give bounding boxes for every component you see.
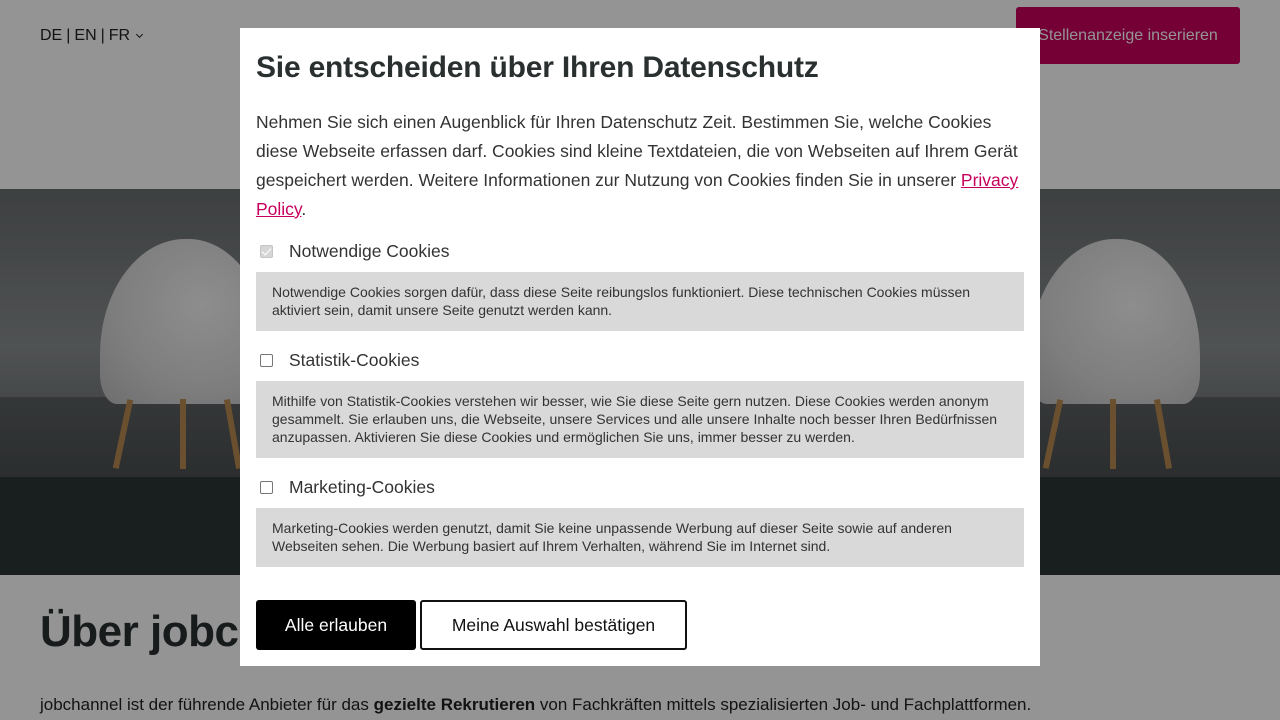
option-description: Marketing-Cookies werden genutzt, damit … (256, 508, 1024, 567)
option-description: Mithilfe von Statistik-Cookies verstehen… (256, 381, 1024, 458)
allow-all-button[interactable]: Alle erlauben (256, 600, 416, 650)
dialog-title: Sie entscheiden über Ihren Datenschutz (256, 51, 819, 84)
cookie-consent-dialog: Sie entscheiden über Ihren Datenschutz N… (240, 28, 1040, 666)
option-label[interactable]: Marketing-Cookies (289, 477, 435, 498)
dialog-intro: Nehmen Sie sich einen Augenblick für Ihr… (256, 112, 1019, 219)
option-description: Notwendige Cookies sorgen dafür, dass di… (256, 272, 1024, 331)
dialog-actions: Alle erlauben Meine Auswahl bestätigen (256, 600, 687, 650)
confirm-selection-button[interactable]: Meine Auswahl bestätigen (420, 600, 687, 650)
statistics-checkbox[interactable] (260, 353, 273, 367)
marketing-checkbox[interactable] (260, 480, 273, 494)
option-necessary: Notwendige Cookies Notwendige Cookies so… (256, 238, 1024, 331)
option-label[interactable]: Statistik-Cookies (289, 350, 419, 371)
option-marketing: Marketing-Cookies Marketing-Cookies werd… (256, 474, 1024, 567)
option-label: Notwendige Cookies (289, 240, 450, 261)
necessary-checkbox (260, 244, 273, 258)
option-statistics: Statistik-Cookies Mithilfe von Statistik… (256, 347, 1024, 458)
